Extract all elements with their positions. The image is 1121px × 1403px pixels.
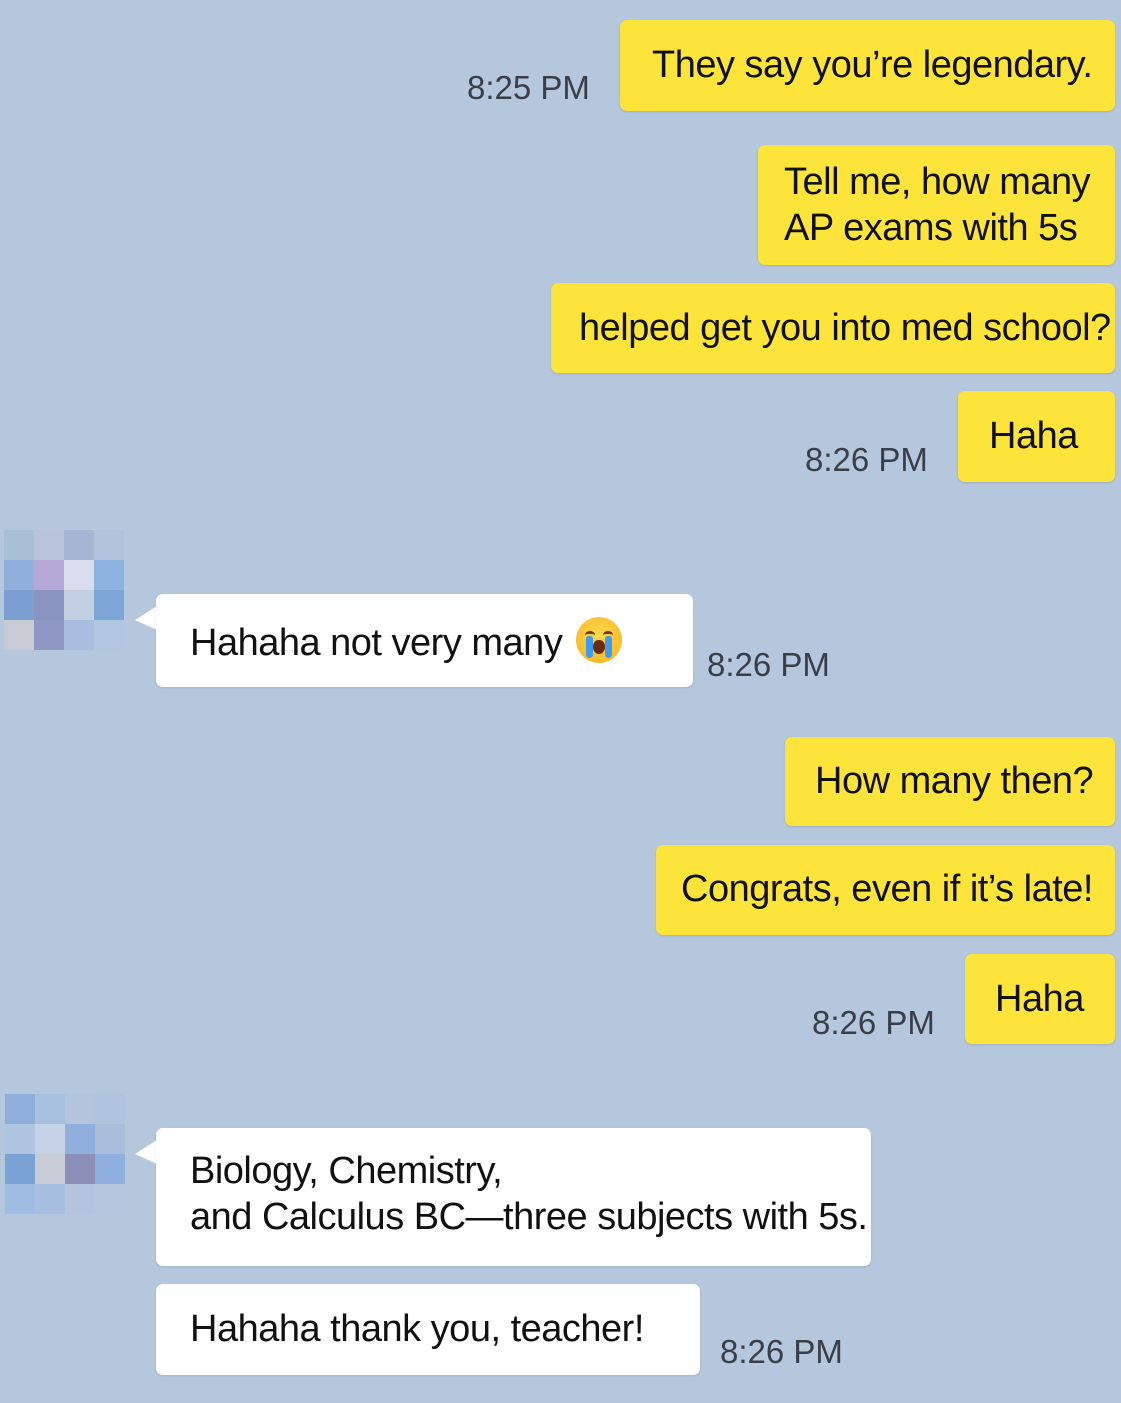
timestamp: 8:25 PM: [467, 69, 590, 106]
loudly-crying-face-icon: [576, 617, 623, 663]
message-text: Hahaha thank you, teacher!: [190, 1308, 644, 1350]
timestamp: 8:26 PM: [805, 441, 928, 478]
sent-message-bubble[interactable]: Haha: [958, 391, 1115, 482]
timestamp: 8:26 PM: [720, 1333, 843, 1370]
received-message-bubble[interactable]: Hahaha not very many: [156, 594, 693, 687]
received-message-bubble[interactable]: Hahaha thank you, teacher!: [156, 1284, 700, 1375]
message-text-line: Biology, Chemistry,: [190, 1150, 503, 1192]
sent-message-bubble[interactable]: Congrats, even if it’s late!: [656, 845, 1115, 935]
bubble-tail: [135, 606, 157, 630]
timestamp: 8:26 PM: [812, 1004, 935, 1041]
message-text: How many then?: [815, 760, 1094, 802]
sent-message-bubble[interactable]: Tell me, how many AP exams with 5s: [758, 145, 1115, 265]
sent-message-bubble[interactable]: Haha: [965, 954, 1115, 1044]
message-text: Haha: [995, 978, 1084, 1020]
bubble-tail: [135, 1140, 157, 1164]
message-text: They say you’re legendary.: [652, 44, 1093, 86]
sent-message-bubble[interactable]: How many then?: [785, 737, 1115, 826]
message-text: Congrats, even if it’s late!: [681, 868, 1093, 910]
sent-message-bubble[interactable]: helped get you into med school?: [551, 283, 1115, 373]
message-text: Hahaha not very many: [190, 622, 563, 664]
contact-avatar-icon[interactable]: [5, 1094, 125, 1214]
message-text: Haha: [989, 415, 1078, 457]
sent-message-bubble[interactable]: They say you’re legendary.: [620, 20, 1115, 111]
message-text: helped get you into med school?: [579, 307, 1111, 349]
received-message-bubble[interactable]: Biology, Chemistry, and Calculus BC—thre…: [156, 1128, 871, 1266]
contact-avatar-icon[interactable]: [4, 530, 124, 650]
timestamp: 8:26 PM: [707, 646, 830, 683]
message-text-line: AP exams with 5s: [784, 207, 1078, 249]
message-text-line: and Calculus BC—three subjects with 5s.: [190, 1196, 868, 1238]
message-text-line: Tell me, how many: [784, 161, 1091, 203]
